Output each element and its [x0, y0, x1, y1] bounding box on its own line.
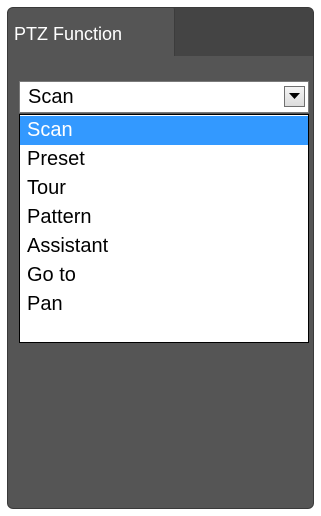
select-current-value: Scan — [28, 86, 74, 108]
dropdown-list: Scan Preset Tour Pattern Assistant Go to… — [19, 114, 309, 343]
tab-strip: PTZ Function — [8, 8, 313, 56]
option-tour[interactable]: Tour — [20, 174, 308, 203]
ptz-panel: PTZ Function Scan Scan Preset Tour Patte… — [7, 7, 314, 509]
option-go-to[interactable]: Go to — [20, 261, 308, 290]
option-preset[interactable]: Preset — [20, 145, 308, 174]
option-scan[interactable]: Scan — [20, 116, 308, 145]
dropdown-arrow-button[interactable] — [284, 86, 305, 107]
ptz-function-select[interactable]: Scan — [19, 81, 309, 113]
tab-label: PTZ Function — [14, 24, 123, 44]
triangle-down-icon — [289, 93, 300, 99]
option-assistant[interactable]: Assistant — [20, 232, 308, 261]
option-pan[interactable]: Pan — [20, 290, 308, 319]
tab-ptz-function[interactable]: PTZ Function — [8, 8, 175, 56]
option-pattern[interactable]: Pattern — [20, 203, 308, 232]
